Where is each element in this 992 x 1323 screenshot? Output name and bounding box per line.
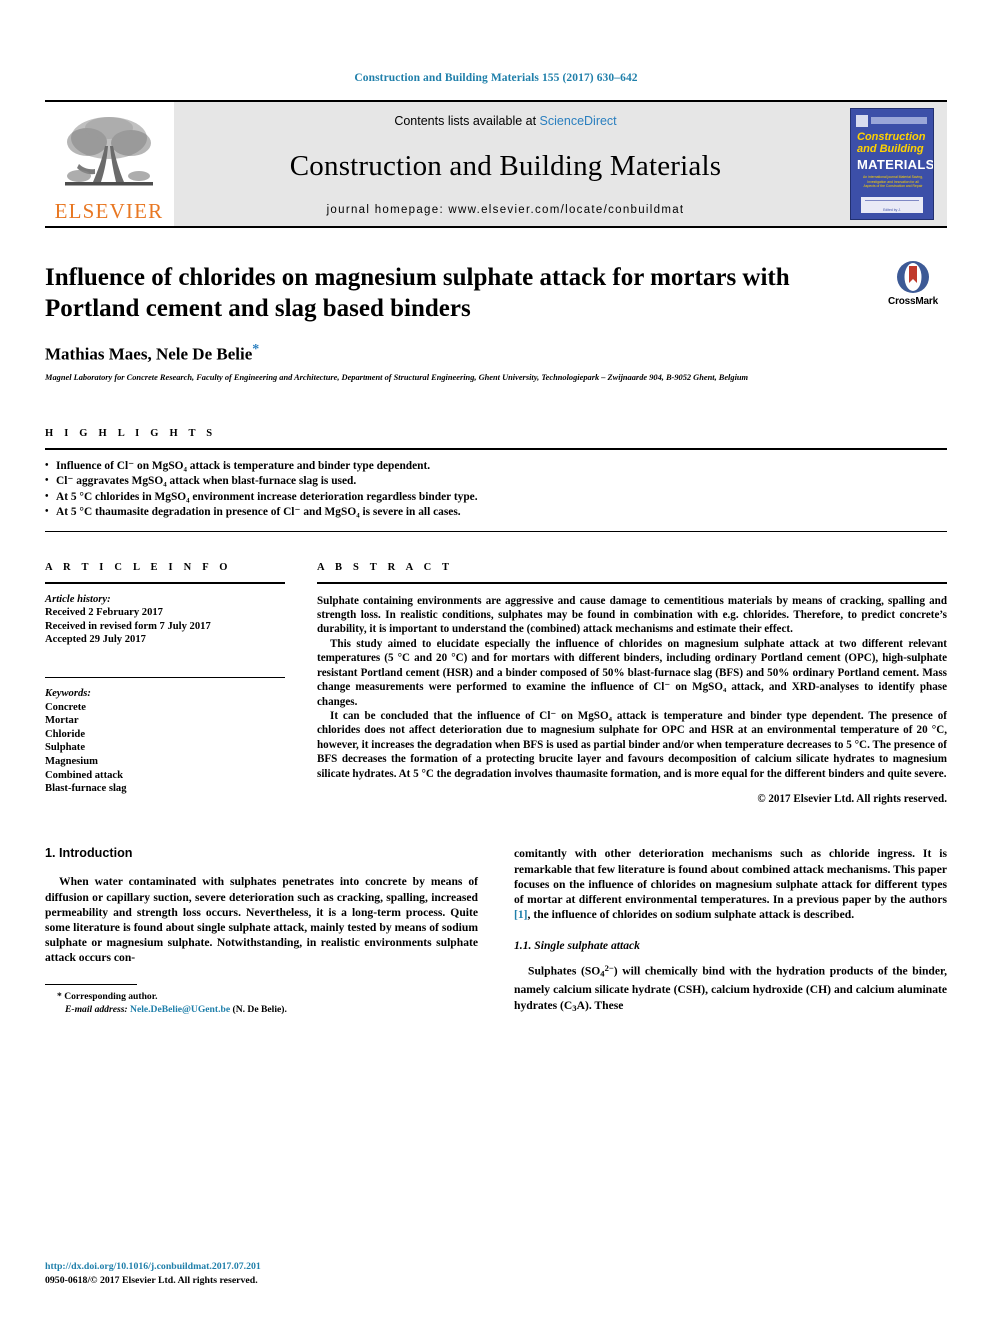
body-paragraph: comitantly with other deterioration mech… [514,846,947,922]
list-item: Mortar [45,715,79,727]
footnote-marker: * [57,990,62,1002]
sciencedirect-link[interactable]: ScienceDirect [540,114,617,128]
abstract-paragraph: This study aimed to elucidate especially… [317,637,947,708]
abstract-paragraph: Sulphate containing environments are agg… [317,594,947,636]
issn-copyright-line: 0950-0618/© 2017 Elsevier Ltd. All right… [45,1274,258,1286]
paragraph-part-2: , the influence of chlorides on sodium s… [527,908,855,922]
keywords-list: Concrete Mortar Chloride Sulphate Magnes… [45,701,285,796]
crossmark-label: CrossMark [888,296,938,307]
footnote-block: * Corresponding author. E-mail address: … [45,983,478,1016]
keywords-label: Keywords: [45,688,91,700]
article-info-column: A R T I C L E I N F O Article history: R… [45,562,285,807]
abstract-paragraph: It can be concluded that the influence o… [317,709,947,780]
abstract-column: A B S T R A C T Sulphate containing envi… [317,562,947,807]
cover-title-line1: Construction and Building [857,131,929,155]
list-item: Chloride [45,728,86,740]
cover-line2-text: and Building [857,143,924,155]
list-item: At 5 °C thaumasite degradation in presen… [45,504,947,521]
abstract-copyright: © 2017 Elsevier Ltd. All rights reserved… [757,792,947,805]
corresponding-author-note: * Corresponding author. [45,990,478,1003]
list-item: Influence of Cl⁻ on MgSO₄ attack is temp… [45,458,947,475]
journal-masthead: ELSEVIER Contents lists available at Sci… [45,100,947,228]
article-info-heading: A R T I C L E I N F O [45,561,232,573]
body-column-left: 1. Introduction When water contaminated … [45,846,478,1016]
keywords-block: Keywords: Concrete Mortar Chloride Sulph… [45,678,285,796]
history-received: Received 2 February 2017 [45,607,163,619]
citation-link[interactable]: [1] [514,908,528,921]
history-accepted: Accepted 29 July 2017 [45,634,146,646]
cover-top-bar [871,117,927,124]
paragraph-part-a: Sulphates (SO [528,964,601,978]
body-columns: 1. Introduction When water contaminated … [45,846,947,1016]
section-heading-introduction: 1. Introduction [45,846,133,861]
list-item: Magnesium [45,756,98,767]
footnote-rule [45,983,137,985]
formula-superscript-charge: 2− [604,963,614,974]
crossmark-badge[interactable]: CrossMark [879,260,947,307]
journal-title: Construction and Building Materials [289,149,722,182]
history-revised: Received in revised form 7 July 2017 [45,620,211,632]
highlights-list: Influence of Cl⁻ on MgSO₄ attack is temp… [45,450,947,531]
cover-publisher-mark [856,115,868,127]
subsection-heading-single-sulphate-attack: 1.1. Single sulphate attack [514,939,640,953]
email-link[interactable]: Nele.DeBelie@UGent.be [130,1004,230,1015]
highlights-heading: H I G H L I G H T S [45,427,217,439]
masthead-center: Contents lists available at ScienceDirec… [173,102,837,226]
paragraph-part-1: comitantly with other deterioration mech… [514,847,947,906]
email-note: E-mail address: Nele.DeBelie@UGent.be (N… [45,1003,478,1016]
page-footer: http://dx.doi.org/10.1016/j.conbuildmat.… [45,1260,261,1287]
highlights-section: H I G H L I G H T S Influence of Cl⁻ on … [45,428,947,532]
highlights-bottom-rule [45,530,947,532]
email-label: E-mail address: [65,1003,128,1015]
article-history-block: Article history: Received 2 February 201… [45,584,285,647]
page-title: Influence of chlorides on magnesium sulp… [45,264,790,322]
elsevier-tree-icon [55,112,163,200]
corresponding-author-marker: * [252,342,260,357]
list-item: Cl⁻ aggravates MgSO₄ attack when blast-f… [45,473,947,490]
crossmark-icon [896,260,930,294]
affiliation: Magnel Laboratory for Concrete Research,… [45,372,749,382]
publisher-logo: ELSEVIER [45,102,173,226]
abstract-heading: A B S T R A C T [317,561,454,573]
author-list: Mathias Maes, Nele De Belie* [45,342,947,365]
journal-cover-thumbnail: Construction and Building MATERIALS An i… [837,102,947,226]
paragraph-part-c: A). These [576,998,624,1012]
title-block: CrossMark Influence of chlorides on magn… [45,260,947,384]
cover-line1-text: Construction [857,131,926,143]
article-history-label: Article history: [45,593,111,605]
doi-link[interactable]: http://dx.doi.org/10.1016/j.conbuildmat.… [45,1260,261,1274]
cover-divider [865,200,919,201]
info-abstract-section: A R T I C L E I N F O Article history: R… [45,562,947,807]
elsevier-wordmark: ELSEVIER [54,199,164,223]
contents-list-line: Contents lists available at ScienceDirec… [394,114,616,128]
running-head: Construction and Building Materials 155 … [354,72,638,84]
authors-text: Mathias Maes, Nele De Belie [45,344,253,364]
email-suffix: (N. De Belie). [232,1003,287,1015]
article-page: Construction and Building Materials 155 … [0,0,992,1323]
list-item: Sulphate [45,742,86,754]
list-item: At 5 °C chlorides in MgSO₄ environment i… [45,489,947,506]
cover-title-line3: MATERIALS [857,157,934,172]
body-paragraph: When water contaminated with sulphates p… [45,875,478,965]
cover-subtitle: An international journal Material Saving… [863,175,923,189]
abstract-body: Sulphate containing environments are agg… [317,584,947,807]
list-item: Blast-furnace slag [45,783,127,795]
contents-prefix: Contents lists available at [394,114,540,128]
journal-homepage-link[interactable]: journal homepage: www.elsevier.com/locat… [327,204,685,216]
cover-footer-text: Edited by J. [883,208,901,212]
body-column-right: comitantly with other deterioration mech… [514,846,947,1016]
list-item: Combined attack [45,769,123,781]
body-paragraph: Sulphates (SO42−) will chemically bind w… [514,961,947,1015]
cover-image: Construction and Building MATERIALS An i… [850,108,934,220]
footnote-text: Corresponding author. [64,990,158,1002]
list-item: Concrete [45,701,86,713]
